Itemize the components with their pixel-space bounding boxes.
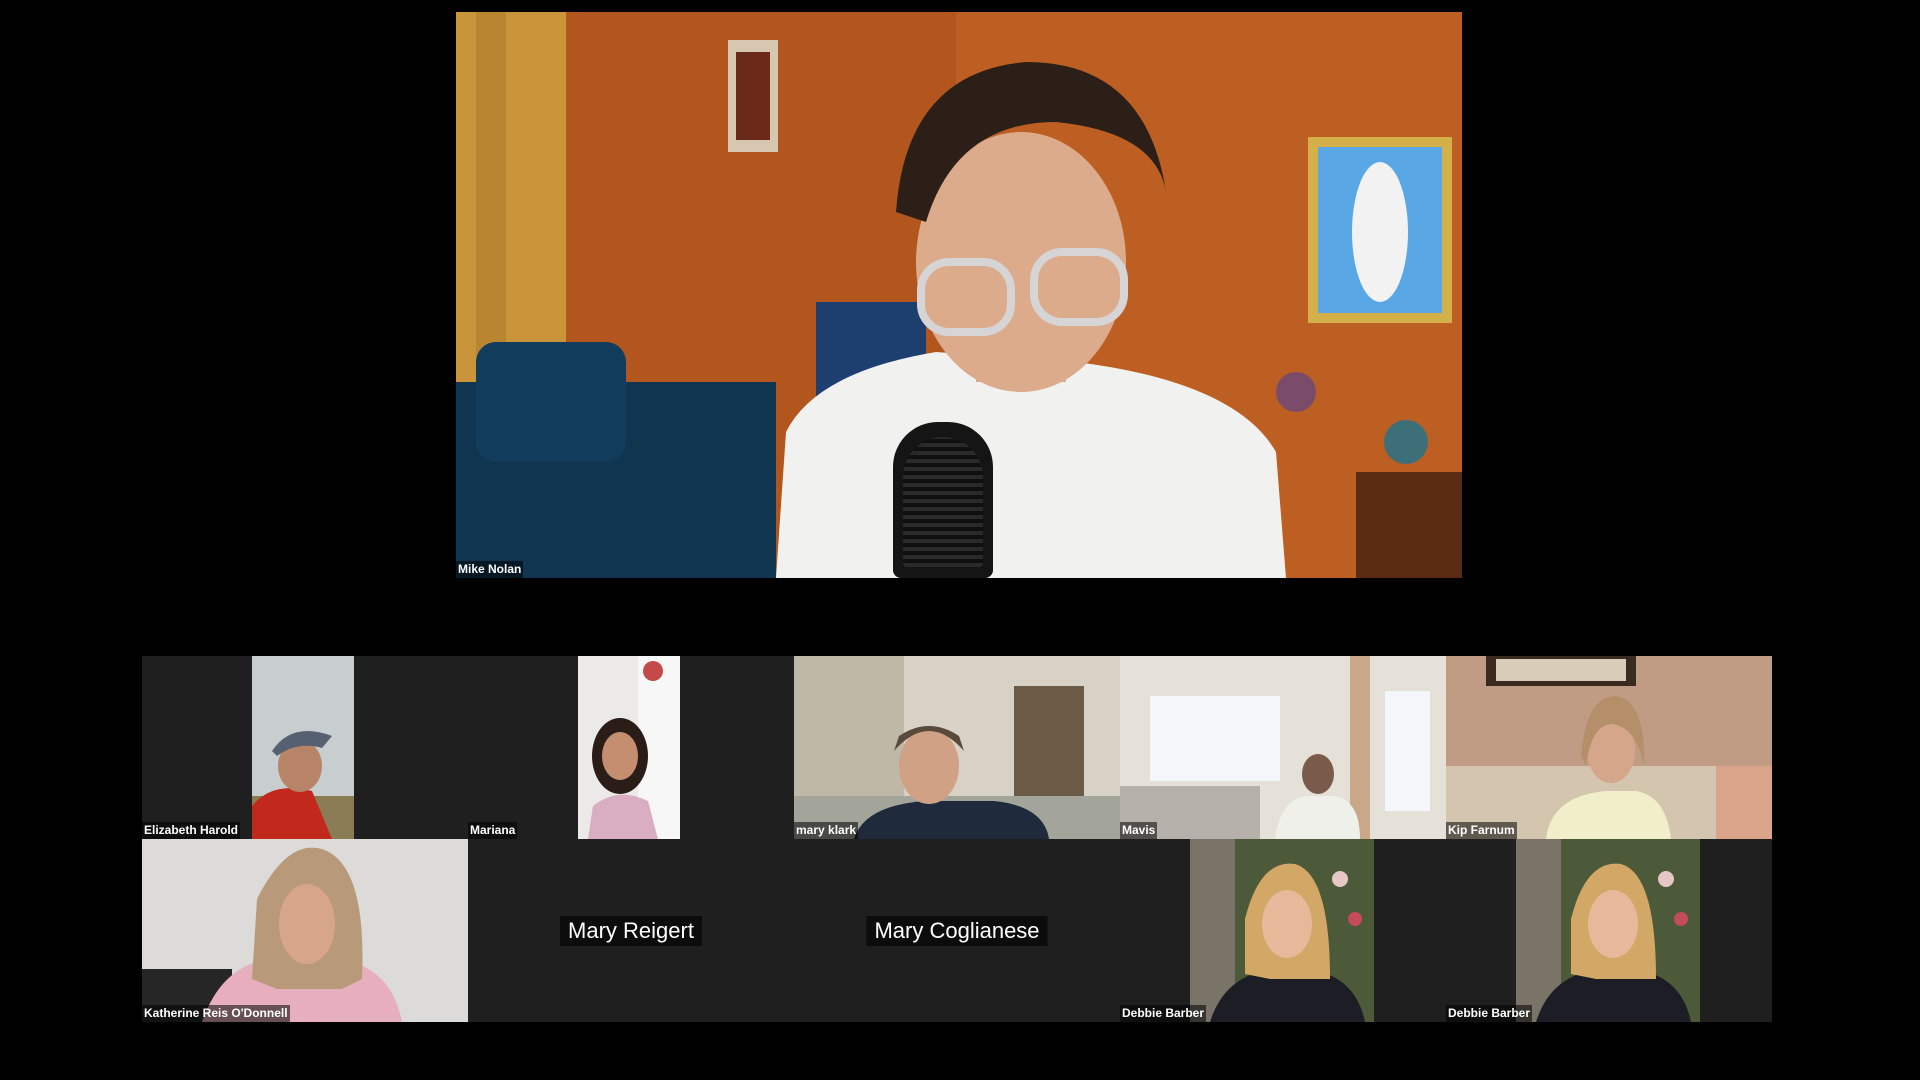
participant-tile[interactable]: Debbie Barber (1120, 839, 1446, 1022)
participant-name-label: mary klark (794, 822, 859, 839)
participant-tile[interactable]: Mary Reigert (468, 839, 794, 1022)
participant-tile[interactable]: mary klark (794, 656, 1120, 839)
participant-name-label: Debbie Barber (1446, 1005, 1533, 1022)
participant-name-placeholder: Mary Coglianese (866, 915, 1048, 946)
participant-video (1190, 839, 1374, 1022)
participant-tile[interactable]: Debbie Barber (1446, 839, 1772, 1022)
participant-tile[interactable]: Mary Coglianese (794, 839, 1120, 1022)
participant-video (794, 656, 1120, 839)
participant-tile[interactable]: Mariana (468, 656, 794, 839)
participant-name-placeholder: Mary Reigert (560, 915, 702, 946)
participant-tile[interactable]: Mavis (1120, 656, 1446, 839)
participant-name-label: Katherine Reis O'Donnell (142, 1005, 290, 1022)
participant-video (1446, 656, 1772, 839)
participant-video (142, 839, 468, 1022)
participant-tile[interactable]: Kip Farnum (1446, 656, 1772, 839)
participant-video (1120, 656, 1446, 839)
participant-video (1516, 839, 1700, 1022)
participant-tile[interactable]: Elizabeth Harold (142, 656, 468, 839)
participant-name-label: Mariana (468, 822, 518, 839)
active-speaker-tile[interactable]: Mike Nolan (456, 12, 1462, 578)
participant-tile[interactable]: Katherine Reis O'Donnell (142, 839, 468, 1022)
participant-video (252, 656, 354, 839)
participant-video (578, 656, 680, 839)
participant-name-label: Kip Farnum (1446, 822, 1517, 839)
speaker-name-label: Mike Nolan (456, 561, 524, 578)
participant-name-label: Mavis (1120, 822, 1158, 839)
microphone-icon (893, 422, 993, 578)
participant-name-label: Elizabeth Harold (142, 822, 241, 839)
participant-name-label: Debbie Barber (1120, 1005, 1207, 1022)
